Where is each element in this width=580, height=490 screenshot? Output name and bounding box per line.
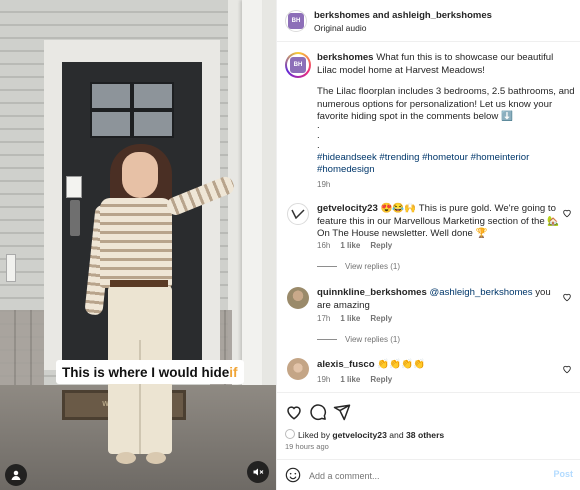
- pants-seam: [139, 340, 141, 454]
- user-tag-icon[interactable]: [5, 464, 27, 486]
- caption-hashtags[interactable]: #homedesign: [317, 164, 375, 177]
- avatar[interactable]: BH: [285, 10, 307, 32]
- comment-time: 16h: [317, 241, 331, 250]
- likes-middle: and: [386, 430, 406, 440]
- comment-author[interactable]: alexis_fusco: [317, 359, 375, 370]
- likes-prefix: Liked by: [298, 430, 333, 440]
- reply-button[interactable]: Reply: [370, 314, 392, 323]
- comment-author[interactable]: getvelocity23: [317, 203, 378, 214]
- avatar[interactable]: [287, 287, 309, 309]
- comment-likes[interactable]: 1 like: [340, 314, 360, 323]
- post-header: BH berkshomes and ashleigh_berkshomes Or…: [277, 0, 580, 42]
- view-replies-button[interactable]: View replies (1): [317, 335, 400, 344]
- likes-summary: Liked by getvelocity23 and 38 others: [285, 429, 444, 442]
- comment-1: getvelocity23 😍😂🙌 This is pure gold. We'…: [317, 203, 563, 241]
- caption-dot: .: [317, 140, 320, 151]
- share-icon[interactable]: [333, 403, 351, 421]
- view-replies-button[interactable]: View replies (1): [317, 262, 400, 271]
- likes-user[interactable]: getvelocity23: [332, 430, 386, 440]
- caption-hashtags[interactable]: #hideandseek #trending #hometour #homein…: [317, 152, 575, 165]
- post-comment-button[interactable]: Post: [553, 469, 573, 479]
- comment-time: 17h: [317, 314, 331, 323]
- avatar[interactable]: [287, 358, 309, 380]
- reply-button[interactable]: Reply: [370, 241, 392, 250]
- door-window: [90, 82, 132, 110]
- comment-mention[interactable]: @ashleigh_berkshomes: [430, 287, 533, 298]
- heart-icon[interactable]: [285, 403, 303, 421]
- comment-meta: 16h 1 like Reply: [317, 241, 392, 250]
- comment-likes[interactable]: 1 like: [340, 375, 360, 384]
- divider: [317, 339, 337, 340]
- person-shoe: [116, 452, 136, 464]
- person-sweater: [100, 198, 172, 288]
- avatar[interactable]: BH: [285, 52, 311, 78]
- add-comment-bar: Post: [277, 459, 580, 490]
- audio-label[interactable]: Original audio: [314, 23, 366, 33]
- likes-others[interactable]: 38 others: [406, 430, 444, 440]
- person-belt: [110, 280, 168, 287]
- person-face: [122, 152, 158, 198]
- velocity-logo: [291, 209, 305, 219]
- smile-icon[interactable]: [285, 467, 301, 483]
- comment-input[interactable]: [309, 467, 529, 484]
- comment-likes[interactable]: 1 like: [340, 241, 360, 250]
- post-caption: berkshomes What fun this is to showcase …: [317, 52, 575, 77]
- avatar[interactable]: [287, 203, 309, 225]
- heart-icon[interactable]: [562, 208, 572, 218]
- divider: [317, 266, 337, 267]
- options-icon[interactable]: [558, 16, 572, 20]
- heart-icon[interactable]: [562, 364, 572, 374]
- comment-author[interactable]: quinnkline_berkshomes: [317, 287, 427, 298]
- caption-text: This is where I would hide: [62, 364, 230, 380]
- caption-highlight: if: [229, 364, 238, 380]
- post-timestamp[interactable]: 19 hours ago: [285, 441, 329, 454]
- avatar: [285, 429, 295, 439]
- comment-icon[interactable]: [309, 403, 327, 421]
- door-lock: [70, 200, 80, 236]
- doorbell-plate: [66, 176, 82, 198]
- reel-video[interactable]: WELCOME This is where I would hide if: [0, 0, 276, 490]
- post-authors[interactable]: berkshomes and ashleigh_berkshomes: [314, 10, 492, 21]
- comment-2: quinnkline_berkshomes @ashleigh_berkshom…: [317, 287, 563, 312]
- caption-author[interactable]: berkshomes: [317, 52, 374, 63]
- mute-icon[interactable]: [247, 461, 269, 483]
- door-window: [90, 110, 132, 138]
- post-panel: BH berkshomes and ashleigh_berkshomes Or…: [276, 0, 580, 490]
- comment-meta: 19h 1 like Reply: [317, 375, 392, 384]
- comment-meta: 17h 1 like Reply: [317, 314, 392, 323]
- berkshomes-logo: BH: [288, 13, 304, 29]
- berkshomes-logo: BH: [290, 57, 306, 73]
- door-window: [132, 110, 174, 138]
- door-window: [132, 82, 174, 110]
- wall-outlet: [6, 254, 16, 282]
- heart-icon[interactable]: [562, 292, 572, 302]
- comment-text: 👏👏👏👏: [377, 359, 426, 370]
- comment-time: 19h: [317, 375, 331, 384]
- stone-veneer-left: [0, 310, 44, 390]
- view-replies-label: View replies (1): [345, 262, 400, 271]
- caption-time: 19h: [317, 180, 331, 189]
- video-caption: This is where I would hide if: [56, 360, 244, 384]
- view-replies-label: View replies (1): [345, 335, 400, 344]
- caption-paragraph: The Lilac floorplan includes 3 bedrooms,…: [317, 86, 575, 123]
- reply-button[interactable]: Reply: [370, 375, 392, 384]
- person-shoe: [146, 452, 166, 464]
- comment-3: alexis_fusco 👏👏👏👏: [317, 359, 563, 372]
